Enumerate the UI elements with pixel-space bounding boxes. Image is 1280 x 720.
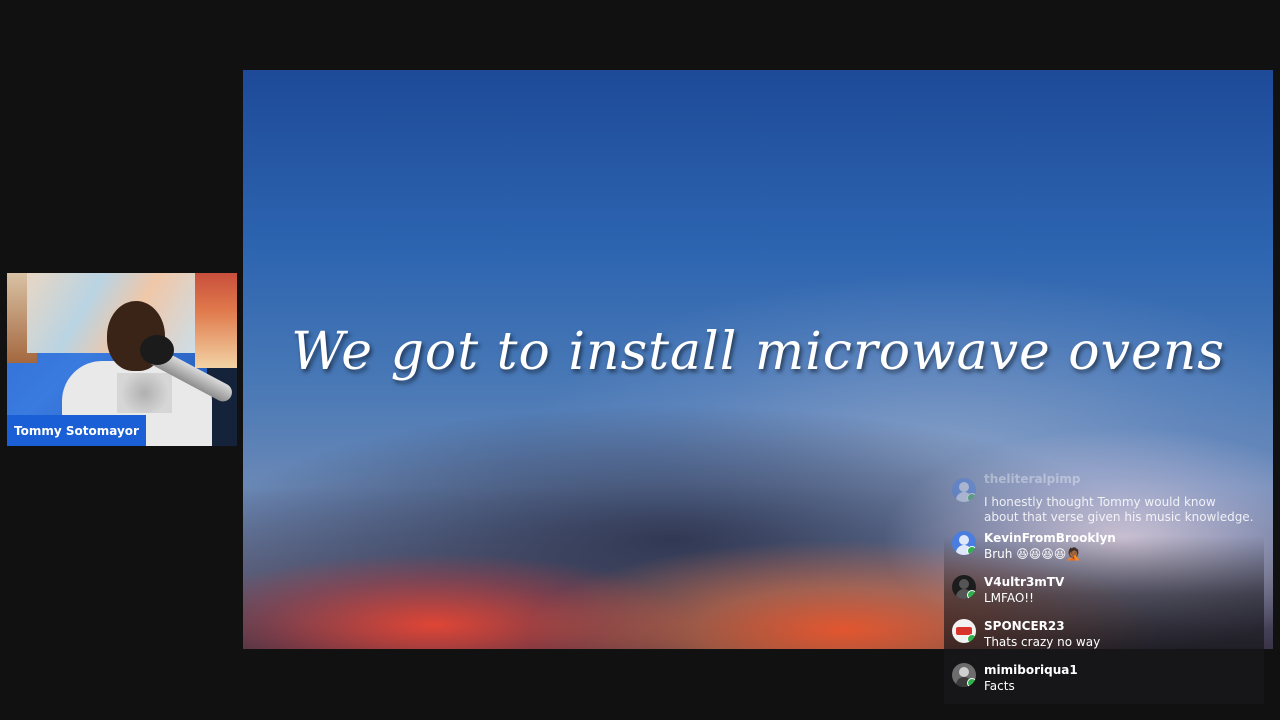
photo-avatar-icon xyxy=(952,663,976,687)
live-chat-panel: theliteralpimp I honestly thought Tommy … xyxy=(944,466,1264,704)
chat-message: KevinFromBrooklyn Bruh 😆😆😆😆🤦🏾 xyxy=(944,531,1264,565)
person-avatar-icon xyxy=(952,478,976,502)
chat-username: theliteralpimp xyxy=(984,472,1081,486)
logo-avatar-icon xyxy=(952,619,976,643)
chat-username: mimiboriqua1 xyxy=(984,663,1078,677)
chat-username: KevinFromBrooklyn xyxy=(984,531,1116,545)
chat-username: V4ultr3mTV xyxy=(984,575,1065,589)
person-avatar-icon xyxy=(952,531,976,555)
microphone-icon xyxy=(140,335,174,365)
shirt-print xyxy=(117,373,172,413)
chat-text: I honestly thought Tommy would know abou… xyxy=(984,495,1254,524)
chat-message: theliteralpimp I honestly thought Tommy … xyxy=(944,472,1264,524)
chat-text: Thats crazy no way xyxy=(984,635,1101,649)
streamer-name-tag: Tommy Sotomayor xyxy=(7,415,146,446)
wall-poster-right xyxy=(195,273,237,368)
chat-username: SPONCER23 xyxy=(984,619,1065,633)
chat-text: Bruh 😆😆😆😆🤦🏾 xyxy=(984,547,1082,561)
chat-message: V4ultr3mTV LMFAO!! xyxy=(944,575,1264,609)
chat-text: Facts xyxy=(984,679,1015,693)
dark-avatar-icon xyxy=(952,575,976,599)
chat-message: SPONCER23 Thats crazy no way xyxy=(944,619,1264,653)
chat-message: mimiboriqua1 Facts xyxy=(944,663,1264,697)
chat-text: LMFAO!! xyxy=(984,591,1034,605)
lyric-caption: We got to install microwave ovens xyxy=(291,322,1225,382)
